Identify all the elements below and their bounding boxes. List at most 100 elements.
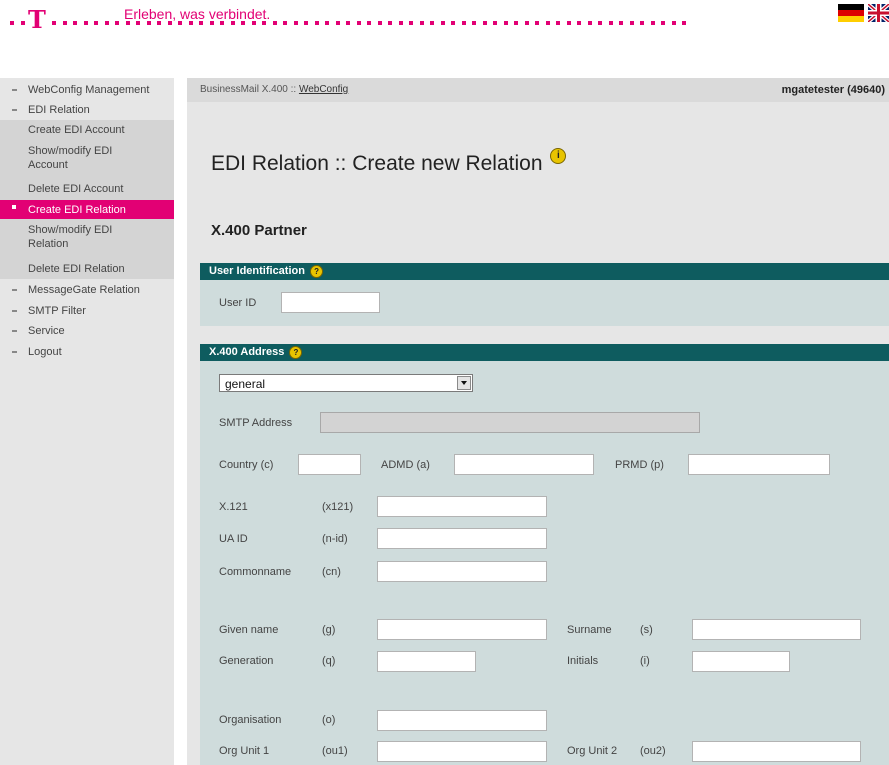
dot-decoration [661,21,665,25]
breadcrumb-prefix: BusinessMail X.400 :: [200,84,299,95]
dot-decoration [451,21,455,25]
dot-decoration [630,21,634,25]
sidebar-item-delete-edi-relation[interactable]: Delete EDI Relation [0,259,174,279]
dot-decoration [430,21,434,25]
generation-input[interactable] [377,651,476,672]
dot-decoration [94,21,98,25]
dot-decoration [441,21,445,25]
given-name-input[interactable] [377,619,547,640]
breadcrumb-path: BusinessMail X.400 :: WebConfig [200,84,348,95]
dot-decoration [315,21,319,25]
help-icon[interactable]: ? [289,346,303,359]
section-subtitle: X.400 Partner [211,222,307,239]
sidebar-item-label: Logout [28,346,62,358]
sidebar-item-edi-relation[interactable]: EDI Relation [0,103,174,117]
organisation-input[interactable] [377,710,547,731]
given-name-label: Given name [219,624,279,636]
page-title-text: EDI Relation :: Create new Relation [211,152,543,175]
sidebar-item-show-modify-edi-relation[interactable]: Show/modify EDI Relation [0,219,174,259]
page-title: EDI Relation :: Create new Relation i [211,148,567,176]
commonname-input[interactable] [377,561,547,582]
sidebar-item-label: EDI Relation [28,104,90,116]
section-heading: X.400 Address [209,346,285,358]
german-flag-icon[interactable] [838,4,864,22]
dot-decoration [567,21,571,25]
bullet-icon [12,205,16,209]
commonname-code: (cn) [322,566,341,578]
sidebar-item-service[interactable]: Service [0,324,174,338]
help-icon[interactable]: ? [310,265,324,278]
dot-decoration [294,21,298,25]
dot-decoration [304,21,308,25]
ua-id-input[interactable] [377,528,547,549]
sidebar-item-label: Show/modify EDI Relation [28,224,113,250]
dot-decoration [525,21,529,25]
org-unit-2-input[interactable] [692,741,861,762]
dot-decoration [325,21,329,25]
dot-decoration [682,21,686,25]
sidebar-item-smtp-filter[interactable]: SMTP Filter [0,304,174,318]
dot-decoration [21,21,25,25]
dot-decoration [105,21,109,25]
surname-input[interactable] [692,619,861,640]
dot-decoration [273,21,277,25]
prmd-input[interactable] [688,454,830,475]
dot-decoration [73,21,77,25]
sidebar-item-logout[interactable]: Logout [0,345,174,359]
x121-input[interactable] [377,496,547,517]
x121-label: X.121 [219,501,248,513]
telekom-logo[interactable]: T [28,8,46,32]
initials-input[interactable] [692,651,790,672]
country-label: Country (c) [219,459,274,471]
sidebar-item-create-edi-relation[interactable]: Create EDI Relation [0,200,174,219]
bullet-icon [12,89,17,91]
country-input[interactable] [298,454,361,475]
generation-code: (q) [322,655,336,667]
bullet-icon [12,330,17,332]
address-type-select[interactable]: general [219,374,473,392]
prmd-label: PRMD (p) [615,459,664,471]
current-user: mgatetester (49640) [781,84,885,96]
surname-code: (s) [640,624,653,636]
x121-code: (x121) [322,501,354,513]
uk-flag-icon[interactable] [866,2,889,24]
user-id-input[interactable] [281,292,380,313]
section-heading: User Identification [209,265,305,277]
sidebar-item-show-modify-edi-account[interactable]: Show/modify EDI Account [0,140,174,180]
dot-decoration [336,21,340,25]
sidebar-item-delete-edi-account[interactable]: Delete EDI Account [0,180,174,200]
dot-decoration [556,21,560,25]
sidebar-item-create-edi-account[interactable]: Create EDI Account [0,120,174,140]
org-unit-1-input[interactable] [377,741,547,762]
sidebar-item-label: Create EDI Account [28,124,125,136]
dot-decoration [115,21,119,25]
sidebar-item-label: Delete EDI Account [28,183,124,195]
bullet-icon [12,289,17,291]
dot-decoration [409,21,413,25]
sidebar-item-messagegate-relation[interactable]: MessageGate Relation [0,283,174,297]
ua-id-label: UA ID [219,533,248,545]
dot-decoration [346,21,350,25]
organisation-code: (o) [322,714,336,726]
dot-decoration [283,21,287,25]
x400-address-header: X.400 Address ? [200,344,889,361]
surname-label: Surname [567,624,612,636]
smtp-address-input [320,412,700,433]
sidebar-item-label: SMTP Filter [28,305,86,317]
dot-decoration [493,21,497,25]
dotted-line [0,21,700,26]
org-unit-2-code: (ou2) [640,745,666,757]
dot-decoration [63,21,67,25]
info-icon[interactable]: i [550,148,567,164]
dot-decoration [535,21,539,25]
dot-decoration [399,21,403,25]
sidebar-item-webconfig-management[interactable]: WebConfig Management [0,83,174,97]
breadcrumb-link-webconfig[interactable]: WebConfig [299,84,348,95]
slogan: Erleben, was verbindet. [124,6,271,22]
sidebar-item-label: MessageGate Relation [28,284,140,296]
generation-label: Generation [219,655,274,667]
commonname-label: Commonname [219,566,292,578]
smtp-address-label: SMTP Address [219,417,293,429]
admd-input[interactable] [454,454,594,475]
chevron-down-icon[interactable] [457,376,471,390]
